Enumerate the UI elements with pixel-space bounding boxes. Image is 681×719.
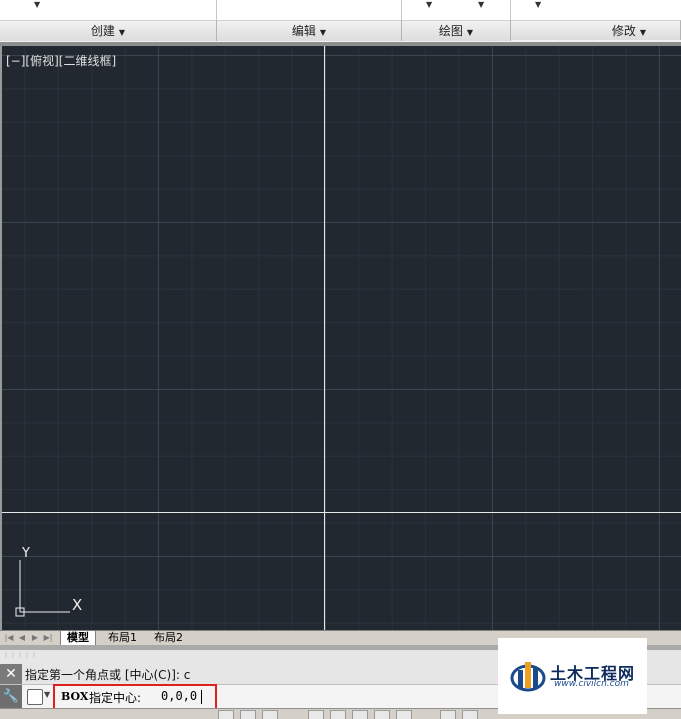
command-input-highlight[interactable]: BOX 指定中心: 0,0,0	[53, 684, 217, 710]
tab-model[interactable]: 模型	[60, 631, 96, 646]
chevron-down-icon[interactable]: ▼	[44, 690, 50, 699]
dropdown-arrow-icon[interactable]: ▼	[535, 0, 541, 9]
ribbon-panel-modify-label[interactable]: 修改 ▼	[511, 20, 681, 40]
viewport-controls-label[interactable]: [−][俯视][二维线框]	[6, 52, 116, 69]
command-name: BOX	[61, 690, 89, 703]
chevron-down-icon: ▼	[118, 28, 126, 37]
ucs-y-label: Y	[21, 546, 30, 561]
tab-layout1[interactable]: 布局1	[102, 631, 143, 645]
civilcn-logo-icon	[510, 662, 546, 692]
ribbon-panel-create-body[interactable]: ▼	[0, 0, 217, 20]
dropdown-arrow-icon[interactable]: ▼	[34, 0, 40, 9]
ribbon-panel-draw-label[interactable]: 绘图 ▼	[402, 20, 511, 41]
drawing-viewport[interactable]: [−][俯视][二维线框] Y X	[0, 46, 681, 630]
wrench-icon[interactable]: 🔧	[0, 685, 22, 709]
command-history-line: 指定第一个角点或 [中心(C)]: c	[25, 668, 191, 682]
chevron-down-icon: ▼	[319, 28, 327, 37]
dropdown-arrow-icon[interactable]: ▼	[478, 0, 484, 9]
crosshair-horizontal	[2, 512, 681, 513]
crosshair-vertical	[324, 46, 325, 630]
text-caret	[201, 690, 202, 704]
chevron-down-icon: ▼	[639, 28, 646, 37]
ribbon: ▼ ▼ ▼ ▼ 创建 ▼ 编辑 ▼ 绘图 ▼ 修改 ▼	[0, 0, 681, 43]
chevron-down-icon: ▼	[466, 28, 474, 37]
ribbon-panel-modify-body[interactable]: ▼	[511, 0, 681, 20]
next-tab-icon[interactable]: ▶	[30, 632, 40, 643]
ribbon-panel-edit-body[interactable]	[217, 0, 402, 20]
prev-tab-icon[interactable]: ◀	[17, 632, 27, 643]
dropdown-arrow-icon[interactable]: ▼	[426, 0, 432, 9]
recent-commands-icon[interactable]	[27, 689, 43, 705]
close-icon[interactable]: ✕	[0, 664, 22, 684]
command-prompt: 指定中心:	[89, 691, 142, 705]
ribbon-panel-edit-label[interactable]: 编辑 ▼	[217, 20, 402, 41]
tab-layout2[interactable]: 布局2	[148, 631, 189, 645]
watermark-logo: 土木工程网 www.civilcn.com	[498, 638, 647, 714]
command-input-field[interactable]: 0,0,0	[161, 689, 197, 703]
ribbon-panel-create-label[interactable]: 创建 ▼	[0, 20, 217, 41]
last-tab-icon[interactable]: ▶|	[43, 632, 53, 643]
ucs-icon: Y X	[12, 542, 102, 625]
logo-url: www.civilcn.com	[554, 679, 629, 689]
ucs-x-label: X	[72, 596, 82, 614]
ribbon-panel-draw-body[interactable]: ▼ ▼	[402, 0, 511, 20]
first-tab-icon[interactable]: |◀	[4, 632, 14, 643]
grip-icon[interactable]: ⋮⋮⋮⋮⋮	[3, 652, 38, 659]
